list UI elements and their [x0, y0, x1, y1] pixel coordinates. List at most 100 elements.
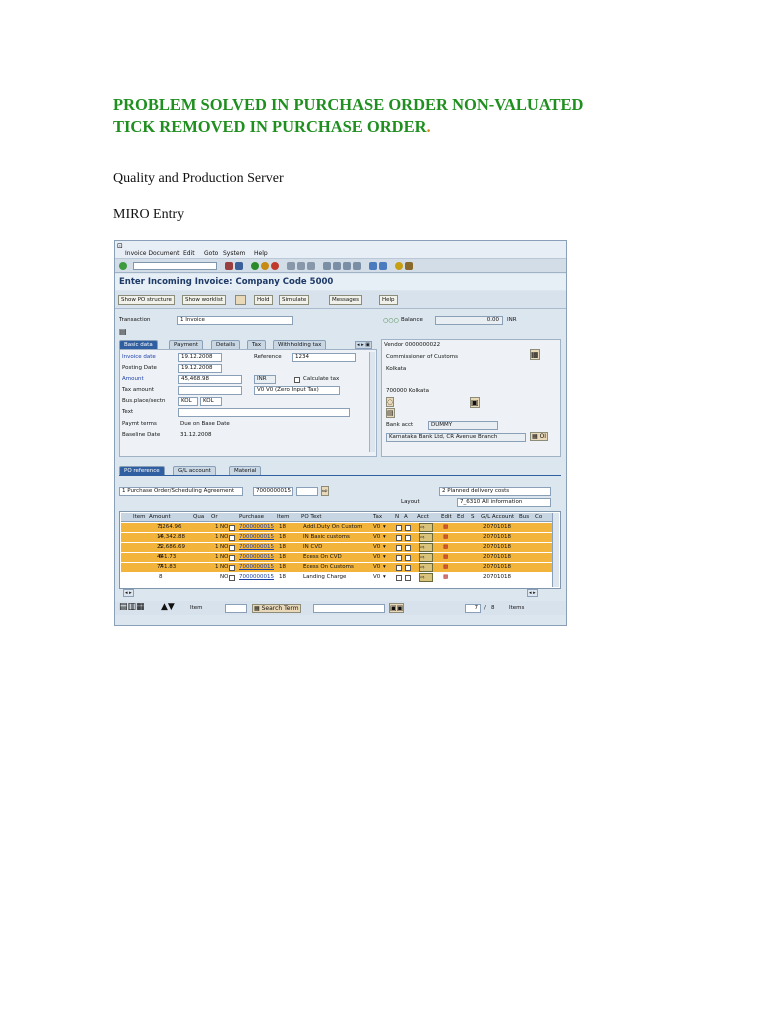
no-cash-disc-checkbox[interactable] [396, 534, 402, 541]
tab-po-reference[interactable]: PO reference [119, 466, 165, 475]
last-page-icon[interactable] [353, 262, 361, 270]
search-term-button[interactable]: ▦ Search Term [252, 604, 301, 613]
cell-po[interactable]: 7000000015 [239, 553, 274, 562]
cell-text[interactable]: IN CVD [303, 543, 322, 552]
column-header[interactable]: Co [535, 513, 542, 522]
no-cash-disc-checkbox[interactable] [396, 524, 402, 531]
cell-ord[interactable]: NO [220, 533, 228, 542]
text-field[interactable] [178, 408, 350, 417]
table-row[interactable]: 7 741.83 1 NO 7000000015 18 Ecess On Customs V0… [121, 563, 553, 572]
a-checkbox[interactable] [405, 564, 411, 571]
cell-qty[interactable]: 1 [215, 543, 219, 552]
table-filter-icons[interactable]: ▲▼ [161, 602, 175, 612]
next-page-icon[interactable] [343, 262, 351, 270]
tax-amount-field[interactable] [178, 386, 242, 395]
po-number-field[interactable]: 7000000015 [253, 487, 293, 496]
column-header[interactable]: PO Text [301, 513, 322, 522]
table-scrollbar[interactable] [552, 513, 559, 587]
messages-button[interactable]: Messages [329, 295, 362, 305]
row-checkbox[interactable] [229, 574, 235, 581]
edit-icon[interactable]: ▩ [443, 523, 453, 532]
cell-tax[interactable]: V0 [373, 543, 380, 552]
vendor-display-icon[interactable]: ▣ [470, 397, 480, 408]
cell-poitem[interactable]: 18 [279, 523, 286, 532]
column-header[interactable]: G/L Account [481, 513, 514, 522]
vendor-detail-icon[interactable]: ▦ [530, 349, 540, 360]
simulate-button[interactable]: Simulate [279, 295, 310, 305]
sap-menu-icon[interactable]: ⊡ [117, 242, 123, 250]
command-field[interactable] [133, 262, 217, 270]
new-session-icon[interactable] [369, 262, 377, 270]
menu-system[interactable]: System [223, 250, 245, 257]
edit-icon[interactable]: ▩ [443, 553, 453, 562]
folder-icon[interactable]: ▤ [119, 327, 127, 336]
edit-icon[interactable]: ▩ [443, 533, 453, 542]
cell-ord[interactable]: NO [220, 563, 228, 572]
bank-name-field[interactable]: Karnataka Bank Ltd, CR Avenue Branch [386, 433, 526, 442]
column-header[interactable]: Tax [373, 513, 382, 522]
cell-item[interactable]: 8 [159, 573, 163, 582]
tab-details[interactable]: Details [211, 340, 241, 349]
delivery-costs-select[interactable]: 2 Planned delivery costs [439, 487, 551, 496]
cell-poitem[interactable]: 18 [279, 563, 286, 572]
column-header[interactable]: Qua [193, 513, 204, 522]
cancel-icon[interactable] [271, 262, 279, 270]
tab-payment[interactable]: Payment [169, 340, 204, 349]
row-checkbox[interactable] [229, 554, 235, 561]
table-row[interactable]: 8 NO 7000000015 18 Landing Charge V0 ▾ ⇨ ▩ 207010… [121, 573, 553, 582]
floppy-icon[interactable] [235, 262, 243, 270]
tax-dropdown-icon[interactable]: ▾ [383, 523, 386, 532]
cell-ord[interactable]: NO [220, 553, 228, 562]
vendor-change-icon[interactable]: ▤ [386, 408, 395, 418]
cell-gl[interactable]: 20701018 [483, 553, 511, 562]
row-checkbox[interactable] [229, 534, 235, 541]
column-header[interactable]: Or [211, 513, 218, 522]
a-checkbox[interactable] [405, 554, 411, 561]
menu-help[interactable]: Help [254, 250, 268, 257]
table-row[interactable]: 3 7,264.96 1 NO 7000000015 18 Addl.Duty On Cus… [121, 523, 553, 532]
invoice-date-field[interactable]: 19.12.2008 [178, 353, 222, 362]
a-checkbox[interactable] [405, 524, 411, 531]
print-icon[interactable] [287, 262, 295, 270]
cell-text[interactable]: Ecess On CVD [303, 553, 342, 562]
account-assignment-icon[interactable]: ⇨ [419, 523, 433, 532]
no-cash-disc-checkbox[interactable] [396, 544, 402, 551]
cell-ord[interactable]: NO [220, 573, 228, 582]
cell-poitem[interactable]: 18 [279, 573, 286, 582]
back-icon[interactable] [251, 262, 259, 270]
column-header[interactable]: Edit [441, 513, 452, 522]
table-row[interactable]: 4 14,342.88 1 NO 7000000015 18 IN Basic custom… [121, 533, 553, 542]
cell-text[interactable]: IN Basic customs [303, 533, 350, 542]
no-cash-disc-checkbox[interactable] [396, 554, 402, 561]
tax-dropdown-icon[interactable]: ▾ [383, 563, 386, 572]
amount-field[interactable]: 45,468.98 [178, 375, 242, 384]
cell-tax[interactable]: V0 [373, 573, 380, 582]
cell-poitem[interactable]: 18 [279, 553, 286, 562]
tax-code-select[interactable]: V0 V0 (Zero Input Tax) [254, 386, 340, 395]
a-checkbox[interactable] [405, 534, 411, 541]
cell-po[interactable]: 7000000015 [239, 563, 274, 572]
edit-icon[interactable]: ▩ [443, 573, 453, 582]
search-term-field[interactable] [313, 604, 385, 613]
save-icon[interactable] [225, 262, 233, 270]
row-checkbox[interactable] [229, 544, 235, 551]
section-field[interactable]: KOL [200, 397, 222, 406]
cell-po[interactable]: 7000000015 [239, 543, 274, 552]
menu-goto[interactable]: Goto [204, 250, 218, 257]
table-layout-icons[interactable]: ▤▥▦ [119, 602, 145, 612]
edit-icon[interactable]: ▩ [443, 563, 453, 572]
enter-icon[interactable] [119, 262, 127, 270]
shortcut-icon[interactable] [379, 262, 387, 270]
cell-gl[interactable]: 20701018 [483, 543, 511, 552]
column-header[interactable]: Amount [149, 513, 171, 522]
cell-amount[interactable]: 22,686.69 [157, 543, 185, 552]
po-search-icon[interactable]: ⇨ [321, 486, 329, 496]
a-checkbox[interactable] [405, 544, 411, 551]
first-page-icon[interactable] [323, 262, 331, 270]
bus-place-field[interactable]: KOL [178, 397, 198, 406]
cell-gl[interactable]: 20701018 [483, 573, 511, 582]
table-scroll-left-icon[interactable]: ◂ ▸ [123, 589, 134, 597]
tax-dropdown-icon[interactable]: ▾ [383, 543, 386, 552]
tab-tax[interactable]: Tax [247, 340, 267, 349]
cell-amount[interactable]: 441.73 [157, 553, 176, 562]
